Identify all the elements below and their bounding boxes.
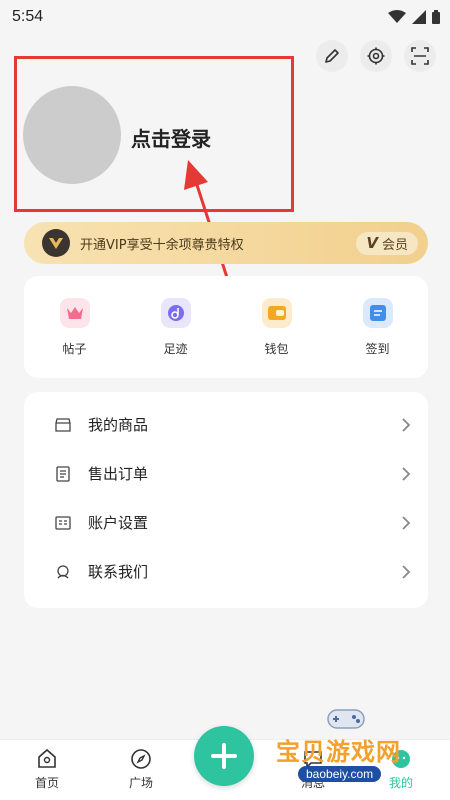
- scan-button[interactable]: [404, 40, 436, 72]
- nav-plaza-label: 广场: [128, 776, 153, 790]
- checkin-icon: [362, 297, 393, 328]
- chevron-right-icon: [402, 466, 411, 481]
- support-icon: [54, 563, 72, 581]
- quick-action-label: 足迹: [163, 341, 188, 356]
- watermark-logo: 宝贝游戏网 baobeiy.com: [270, 706, 440, 796]
- account-icon: [54, 514, 72, 532]
- wallet-icon: [261, 297, 292, 328]
- menu-item-label: 售出订单: [88, 465, 149, 483]
- quick-action-wallet[interactable]: 钱包: [237, 297, 317, 357]
- status-icons: [388, 10, 440, 24]
- edit-button[interactable]: [316, 40, 348, 72]
- status-time: 5:54: [12, 8, 44, 25]
- shop-icon: [54, 416, 72, 434]
- order-icon: [54, 465, 72, 483]
- signal-icon: [412, 10, 426, 24]
- menu-item-my-products[interactable]: 我的商品: [24, 400, 428, 449]
- avatar[interactable]: [23, 86, 121, 184]
- chevron-right-icon: [402, 417, 411, 432]
- menu-item-label: 账户设置: [88, 514, 149, 532]
- wifi-icon: [388, 10, 406, 23]
- battery-icon: [432, 10, 440, 24]
- crown-icon: [59, 297, 90, 328]
- menu-item-contact-us[interactable]: 联系我们: [24, 547, 428, 596]
- watermark-url: baobeiy.com: [298, 766, 382, 782]
- plus-icon: [211, 743, 237, 769]
- scan-icon: [411, 47, 429, 65]
- menu-item-label: 联系我们: [88, 563, 149, 581]
- gamepad-icon: [327, 709, 365, 729]
- quick-action-label: 帖子: [62, 341, 87, 356]
- chevron-right-icon: [402, 564, 411, 579]
- menu-item-account-settings[interactable]: 账户设置: [24, 498, 428, 547]
- chevron-right-icon: [402, 515, 411, 530]
- compass-icon: [131, 749, 151, 769]
- nav-home-label: 首页: [34, 776, 59, 790]
- quick-action-label: 签到: [365, 341, 390, 356]
- menu-item-sold-orders[interactable]: 售出订单: [24, 449, 428, 498]
- profile-login-area[interactable]: 点击登录: [14, 56, 294, 212]
- menu-item-label: 我的商品: [88, 416, 149, 434]
- nav-plaza[interactable]: 广场: [116, 748, 166, 791]
- footprint-icon: [160, 297, 191, 328]
- nav-home[interactable]: 首页: [22, 748, 72, 791]
- menu-card: 我的商品 售出订单 账户设置 联系我们: [24, 392, 428, 608]
- quick-action-checkin[interactable]: 签到: [338, 297, 418, 357]
- vip-crown-icon: [42, 229, 70, 257]
- vip-member-badge[interactable]: V 会员: [356, 231, 418, 255]
- watermark-title: 宝贝游戏网: [276, 738, 401, 766]
- vip-banner[interactable]: 开通VIP享受十余项尊贵特权 V 会员: [24, 222, 428, 264]
- quick-action-label: 钱包: [264, 341, 289, 356]
- settings-button[interactable]: [360, 40, 392, 72]
- gear-icon: [367, 47, 385, 65]
- vip-member-label: 会员: [381, 237, 408, 253]
- status-bar: 5:54: [0, 0, 450, 34]
- vip-badge-letter: V: [366, 234, 378, 252]
- login-prompt[interactable]: 点击登录: [131, 123, 211, 152]
- add-post-button[interactable]: [194, 726, 254, 786]
- pencil-icon: [325, 49, 339, 63]
- quick-actions-card: 帖子 足迹 钱包 签到: [24, 276, 428, 378]
- top-actions: [316, 40, 436, 72]
- vip-promo-text: 开通VIP享受十余项尊贵特权: [80, 237, 244, 253]
- home-icon: [38, 748, 56, 768]
- quick-action-footprint[interactable]: 足迹: [136, 297, 216, 357]
- quick-action-posts[interactable]: 帖子: [35, 297, 115, 357]
